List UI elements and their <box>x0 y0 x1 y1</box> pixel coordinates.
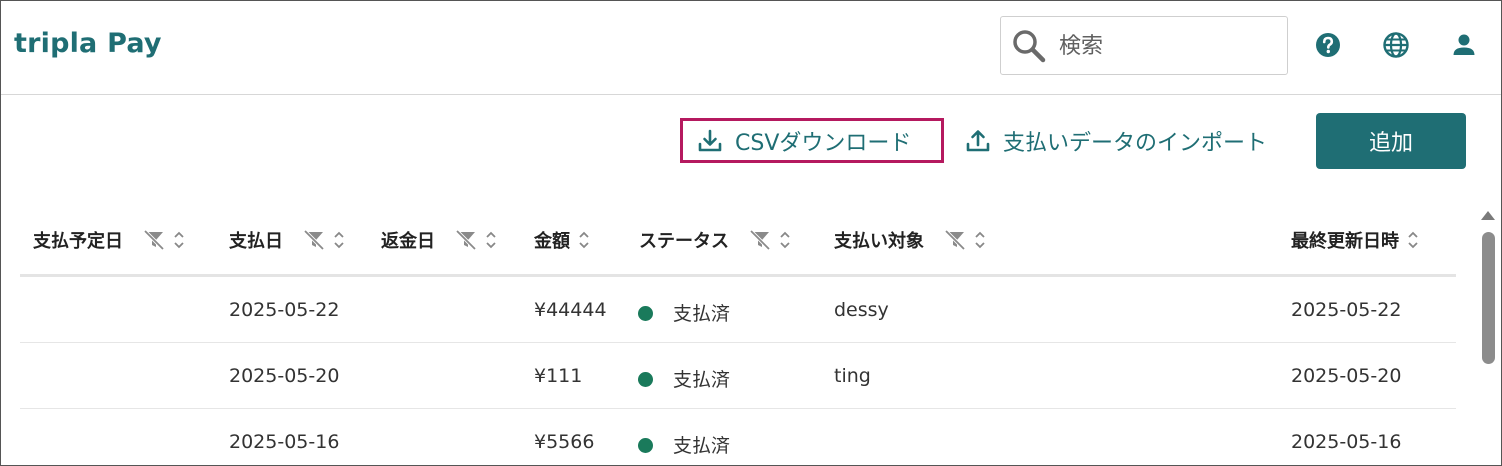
search-box[interactable] <box>1000 16 1288 75</box>
filter-off-icon[interactable] <box>455 229 477 251</box>
add-button[interactable]: 追加 <box>1316 113 1466 169</box>
top-header: tripla Pay <box>1 1 1501 95</box>
cell-paid-date: 2025-05-22 <box>229 299 340 321</box>
column-label: 支払日 <box>229 231 283 252</box>
brand-logo[interactable]: tripla Pay <box>14 28 162 59</box>
app-window: tripla Pay 検索 CSVダウンロード 支払いデータのインポート 追加 … <box>0 0 1502 466</box>
cell-payee: ting <box>834 365 871 387</box>
cell-paid-date: 2025-05-16 <box>229 431 340 453</box>
table-row[interactable]: 2025-05-22 ¥44444 支払済 dessy 2025-05-22 <box>20 277 1456 343</box>
search-input[interactable] <box>1059 29 1279 63</box>
scroll-up-arrow[interactable] <box>1481 211 1495 220</box>
download-icon <box>698 129 722 151</box>
sort-icon[interactable] <box>333 230 345 250</box>
cell-status: 支払済 <box>638 431 730 458</box>
cell-amount: ¥111 <box>534 365 583 387</box>
scrollbar-thumb[interactable] <box>1482 232 1495 364</box>
filter-off-icon[interactable] <box>749 229 771 251</box>
cell-payee: dessy <box>834 299 889 321</box>
column-header-last-updated[interactable]: 最終更新日時 <box>1291 227 1419 253</box>
upload-icon <box>966 129 990 151</box>
status-dot <box>638 372 653 387</box>
table-row[interactable]: 2025-05-16 ¥5566 支払済 2025-05-16 <box>20 409 1456 465</box>
user-icon[interactable] <box>1450 31 1478 59</box>
column-label: 最終更新日時 <box>1291 231 1399 252</box>
status-dot <box>638 438 653 453</box>
column-label: ステータス <box>639 231 729 252</box>
status-label: 支払済 <box>673 369 731 391</box>
sort-icon[interactable] <box>1407 230 1419 250</box>
column-label: 金額 <box>534 231 570 252</box>
column-label: 支払予定日 <box>33 231 123 252</box>
status-dot <box>638 306 653 321</box>
cell-amount: ¥44444 <box>534 299 607 321</box>
filter-off-icon[interactable] <box>944 229 966 251</box>
cell-status: 支払済 <box>638 299 730 326</box>
column-header-amount[interactable]: 金額 <box>534 227 590 253</box>
csv-download-button[interactable]: CSVダウンロード <box>680 118 944 163</box>
import-payments-button[interactable]: 支払いデータのインポート <box>965 118 1267 163</box>
filter-off-icon[interactable] <box>143 229 165 251</box>
column-header-status[interactable]: ステータス <box>639 227 791 253</box>
column-label: 支払い対象 <box>834 231 924 252</box>
table-row[interactable]: 2025-05-20 ¥111 支払済 ting 2025-05-20 <box>20 343 1456 409</box>
import-payments-label: 支払いデータのインポート <box>1003 130 1268 156</box>
column-header-paid-date[interactable]: 支払日 <box>229 227 345 253</box>
sort-icon[interactable] <box>578 230 590 250</box>
sort-icon[interactable] <box>173 230 185 250</box>
globe-icon[interactable] <box>1382 31 1410 59</box>
column-header-payee[interactable]: 支払い対象 <box>834 227 986 253</box>
csv-download-label: CSVダウンロード <box>735 130 912 156</box>
cell-last-updated: 2025-05-20 <box>1291 365 1402 387</box>
sort-icon[interactable] <box>485 230 497 250</box>
status-label: 支払済 <box>673 435 731 457</box>
payments-table: 支払予定日 支払日 返金日 金額 ステータス 支払い対象 最終更新日時 2025… <box>20 201 1456 465</box>
help-icon[interactable] <box>1314 31 1342 59</box>
column-header-scheduled-date[interactable]: 支払予定日 <box>33 227 185 253</box>
sort-icon[interactable] <box>974 230 986 250</box>
cell-last-updated: 2025-05-16 <box>1291 431 1402 453</box>
table-header: 支払予定日 支払日 返金日 金額 ステータス 支払い対象 最終更新日時 <box>20 201 1456 277</box>
column-label: 返金日 <box>381 231 435 252</box>
cell-last-updated: 2025-05-22 <box>1291 299 1402 321</box>
cell-status: 支払済 <box>638 365 730 392</box>
sort-icon[interactable] <box>779 230 791 250</box>
cell-amount: ¥5566 <box>534 431 595 453</box>
filter-off-icon[interactable] <box>303 229 325 251</box>
status-label: 支払済 <box>673 303 731 325</box>
column-header-refund-date[interactable]: 返金日 <box>381 227 497 253</box>
search-icon <box>1013 30 1046 63</box>
cell-paid-date: 2025-05-20 <box>229 365 340 387</box>
